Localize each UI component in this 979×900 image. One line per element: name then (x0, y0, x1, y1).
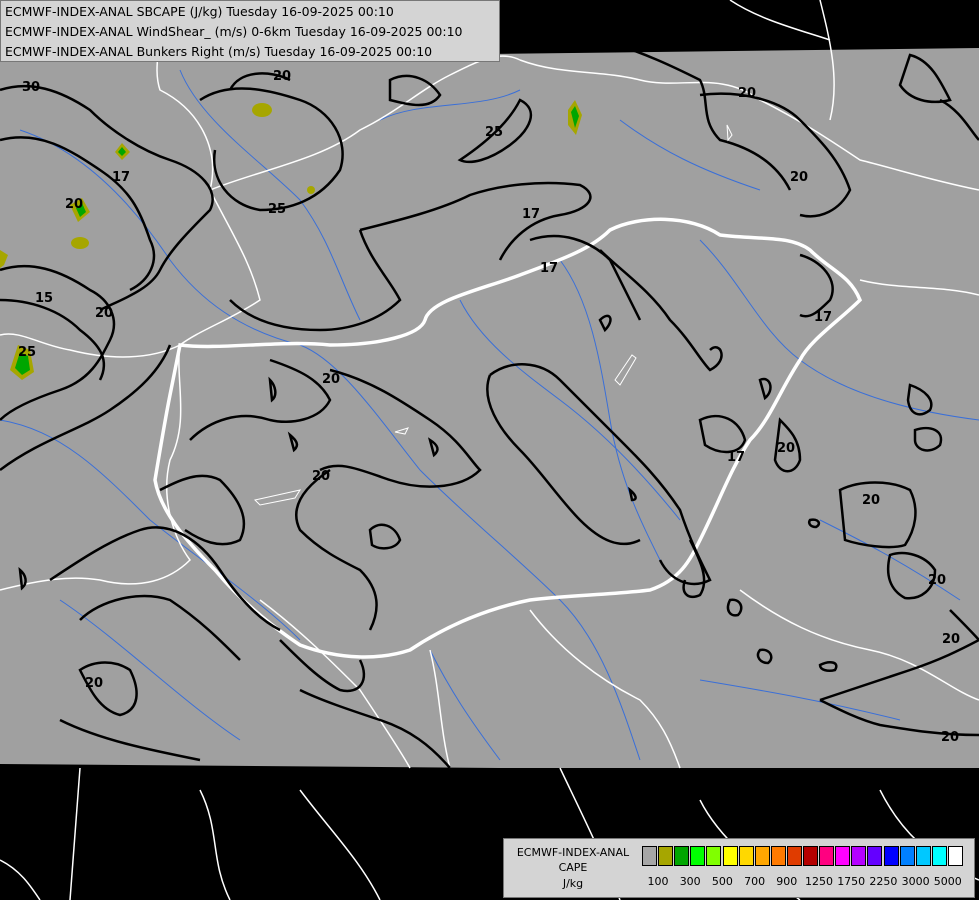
contour-label: 20 (790, 170, 808, 185)
legend-swatch (867, 846, 883, 866)
legend-swatch (947, 846, 963, 866)
header-info-box: ECMWF-INDEX-ANAL SBCAPE (J/kg) Tuesday 1… (0, 0, 500, 62)
contour-label: 20 (85, 676, 103, 691)
legend-swatch (738, 846, 754, 866)
contour-label: 17 (540, 261, 558, 276)
legend-tick-label: 1750 (837, 875, 866, 888)
contour-label: 30 (22, 80, 40, 95)
legend-swatch (931, 846, 947, 866)
legend-swatch (786, 846, 802, 866)
legend-tick-label: 500 (711, 875, 733, 888)
map-canvas: 30 20 25 17 20 15 20 20 25 17 17 25 20 2… (0, 0, 979, 900)
cape-area (307, 186, 315, 194)
legend-swatch (915, 846, 931, 866)
legend-tick-label: 5000 (933, 875, 962, 888)
legend-tick-label: 700 (744, 875, 766, 888)
cape-area (71, 237, 89, 249)
header-line-windshear: ECMWF-INDEX-ANAL WindShear_ (m/s) 0-6km … (5, 24, 463, 39)
contour-label: 17 (814, 310, 832, 325)
contour-label: 15 (35, 291, 53, 306)
header-line-sbcape: ECMWF-INDEX-ANAL SBCAPE (J/kg) Tuesday 1… (5, 4, 394, 19)
legend-swatch (819, 846, 835, 866)
legend-title-source: ECMWF-INDEX-ANAL (516, 846, 630, 859)
legend-tick-label: 100 (647, 875, 669, 888)
contour-label: 20 (65, 197, 83, 212)
contour-label: 20 (777, 441, 795, 456)
legend-tick-label: 3000 (901, 875, 930, 888)
contour-label: 20 (942, 632, 960, 647)
contour-label: 25 (268, 202, 286, 217)
legend-swatch (770, 846, 786, 866)
contour-label: 25 (18, 345, 36, 360)
legend-title-units: J/kg (562, 877, 584, 890)
legend-swatch (803, 846, 818, 866)
legend-swatch (899, 846, 915, 866)
contour-label: 20 (738, 86, 756, 101)
legend-swatch (883, 846, 899, 866)
contour-label: 20 (941, 730, 959, 745)
contour-label: 20 (95, 306, 113, 321)
legend-tick-label: 300 (679, 875, 701, 888)
contour-label: 20 (312, 469, 330, 484)
legend-swatch (642, 846, 657, 866)
legend-swatch (851, 846, 867, 866)
contour-label: 17 (727, 450, 745, 465)
contour-label: 17 (112, 170, 130, 185)
legend-swatch (835, 846, 851, 866)
cape-area (252, 103, 272, 117)
contour-label: 20 (273, 69, 291, 84)
legend-swatch (658, 846, 674, 866)
contour-label: 25 (485, 125, 503, 140)
contour-label: 20 (928, 573, 946, 588)
legend-tick-label: 2250 (869, 875, 898, 888)
legend-tick-label: 1250 (805, 875, 833, 888)
header-line-bunkers: ECMWF-INDEX-ANAL Bunkers Right (m/s) Tue… (5, 44, 433, 59)
legend-swatch (754, 846, 770, 866)
cape-legend: ECMWF-INDEX-ANAL CAPE J/kg 100 300 500 700 9… (503, 838, 975, 898)
contour-label: 20 (322, 372, 340, 387)
legend-tick-label: 900 (776, 875, 798, 888)
legend-title-variable: CAPE (558, 861, 588, 874)
legend-swatch (690, 846, 706, 866)
legend-swatch (706, 846, 722, 866)
contour-label: 20 (862, 493, 880, 508)
legend-swatch (674, 846, 690, 866)
contour-label: 17 (522, 207, 540, 222)
legend-swatch (722, 846, 738, 866)
